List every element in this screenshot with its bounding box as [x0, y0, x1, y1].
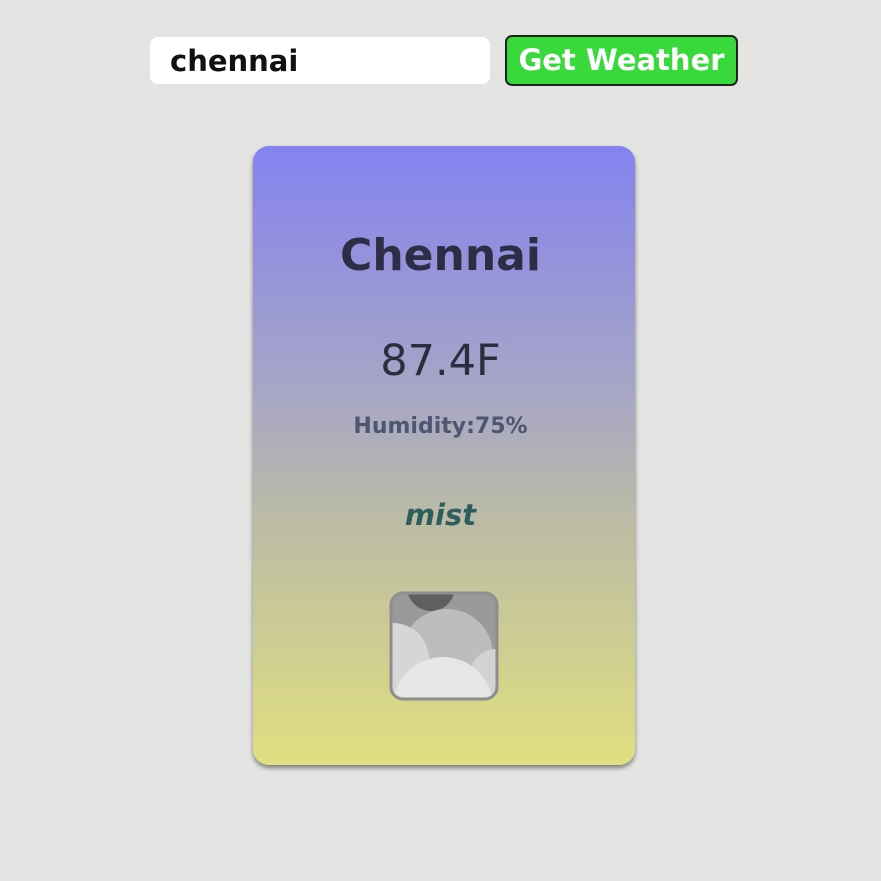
- temperature: 87.4F: [380, 336, 501, 386]
- weather-description: mist: [404, 498, 477, 532]
- humidity: Humidity:75%: [353, 414, 528, 439]
- get-weather-button[interactable]: Get Weather: [505, 35, 738, 86]
- mist-clouds-icon: [389, 591, 499, 701]
- weather-app: Get Weather Chennai 87.4F Humidity:75% m…: [0, 0, 881, 881]
- city-name: Chennai: [340, 230, 541, 281]
- city-search-input[interactable]: [150, 37, 490, 84]
